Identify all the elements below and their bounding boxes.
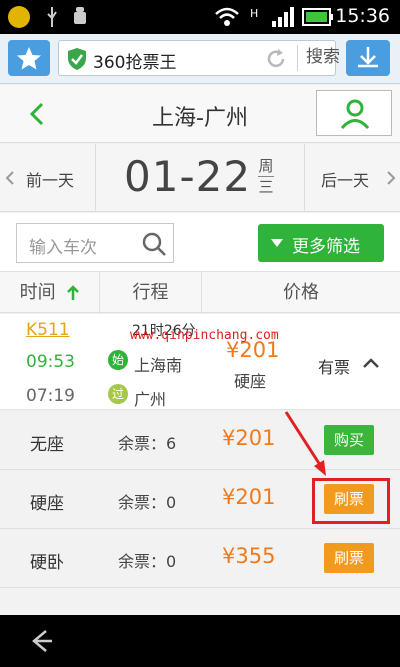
seat-remaining: 余票：6 bbox=[118, 434, 177, 453]
user-icon bbox=[340, 99, 370, 130]
status-time: 15:36 bbox=[335, 5, 390, 27]
selected-date: 01-22 bbox=[124, 152, 252, 201]
train-number-placeholder: 输入车次 bbox=[29, 238, 97, 258]
refresh-ticket-button[interactable]: 刷票 bbox=[324, 543, 374, 573]
seat-remaining: 余票：0 bbox=[118, 552, 177, 571]
train-seat-type: 硬座 bbox=[234, 372, 267, 391]
wifi-icon bbox=[214, 6, 240, 28]
address-divider bbox=[297, 45, 298, 71]
search-icon bbox=[142, 232, 166, 256]
seat-price: ¥201 bbox=[222, 485, 276, 509]
train-number[interactable]: K511 bbox=[26, 320, 70, 340]
seat-row: 无座 余票：6 ¥201 购买 bbox=[0, 412, 400, 470]
prev-day-label: 前一天 bbox=[26, 171, 75, 190]
weekday: 周 三 bbox=[258, 156, 274, 197]
seat-row: 硬卧 余票：0 ¥355 刷票 bbox=[0, 530, 400, 588]
system-nav-bar bbox=[0, 615, 400, 667]
reload-icon[interactable] bbox=[265, 48, 287, 70]
battery-icon bbox=[302, 8, 334, 26]
browser-bar: 360抢票王 搜索 bbox=[0, 34, 400, 84]
more-filters-label: 更多筛选 bbox=[292, 237, 360, 257]
from-station: 上海南 bbox=[134, 356, 183, 375]
back-arrow-icon[interactable] bbox=[26, 627, 54, 655]
weekday-top: 周 bbox=[258, 157, 274, 175]
table-header: 时间 行程 价格 bbox=[0, 271, 400, 314]
arrow-up-icon bbox=[67, 285, 80, 300]
next-day-label: 后一天 bbox=[321, 171, 370, 190]
svg-text:H: H bbox=[250, 7, 258, 20]
seat-price: ¥355 bbox=[222, 544, 276, 568]
highlight-box bbox=[312, 478, 390, 524]
address-bar[interactable]: 360抢票王 bbox=[58, 40, 336, 76]
depart-time: 09:53 bbox=[26, 352, 75, 372]
download-button[interactable] bbox=[346, 40, 390, 76]
chevron-left-icon bbox=[5, 171, 14, 185]
train-card[interactable]: K511 21时26分 09:53 07:19 始 上海南 过 广州 ¥201 … bbox=[0, 314, 400, 410]
date-bar: 前一天 01-22 周 三 后一天 bbox=[0, 144, 400, 212]
shield-icon bbox=[66, 47, 88, 71]
filter-row: 输入车次 更多筛选 bbox=[0, 213, 400, 271]
usb-icon bbox=[44, 6, 60, 28]
next-day-button[interactable]: 后一天 bbox=[304, 144, 400, 212]
pass-station-badge: 过 bbox=[108, 384, 128, 404]
seat-name: 硬座 bbox=[30, 494, 64, 514]
star-icon bbox=[17, 47, 41, 70]
train-number-input[interactable]: 输入车次 bbox=[16, 223, 174, 263]
seat-name: 无座 bbox=[30, 435, 64, 455]
triangle-down-icon bbox=[271, 239, 283, 247]
header-price: 价格 bbox=[283, 282, 319, 303]
seat-remaining: 余票：0 bbox=[118, 493, 177, 512]
start-station-badge: 始 bbox=[108, 350, 128, 370]
site-title: 360抢票王 bbox=[93, 53, 177, 73]
arrive-time: 07:19 bbox=[26, 386, 75, 406]
chevron-right-icon bbox=[387, 171, 396, 185]
signal-icon: H bbox=[250, 5, 298, 29]
sort-by-time[interactable]: 时间 bbox=[0, 272, 100, 314]
annotation-arrow-icon bbox=[284, 411, 326, 476]
header-time: 时间 bbox=[19, 282, 56, 303]
bookmark-star-button[interactable] bbox=[8, 40, 50, 76]
availability: 有票 bbox=[318, 358, 351, 377]
android-debug-icon bbox=[72, 6, 88, 28]
user-button[interactable] bbox=[316, 90, 392, 136]
watermark: www.qinpinchang.com bbox=[130, 328, 279, 343]
download-icon bbox=[358, 47, 378, 68]
header-route: 行程 bbox=[100, 272, 202, 314]
seat-name: 硬卧 bbox=[30, 553, 64, 573]
seat-price: ¥201 bbox=[222, 426, 276, 450]
status-bar: H 15:36 bbox=[0, 0, 400, 34]
to-station: 广州 bbox=[134, 390, 167, 409]
search-button[interactable]: 搜索 bbox=[302, 40, 342, 74]
list-bottom bbox=[0, 589, 400, 615]
chevron-up-icon[interactable] bbox=[362, 356, 380, 370]
prev-day-button[interactable]: 前一天 bbox=[0, 144, 96, 212]
more-filters-button[interactable]: 更多筛选 bbox=[258, 224, 384, 262]
page-header: 上海-广州 bbox=[0, 85, 400, 143]
app-notification-icon bbox=[8, 6, 30, 28]
weekday-bottom: 三 bbox=[258, 176, 274, 196]
